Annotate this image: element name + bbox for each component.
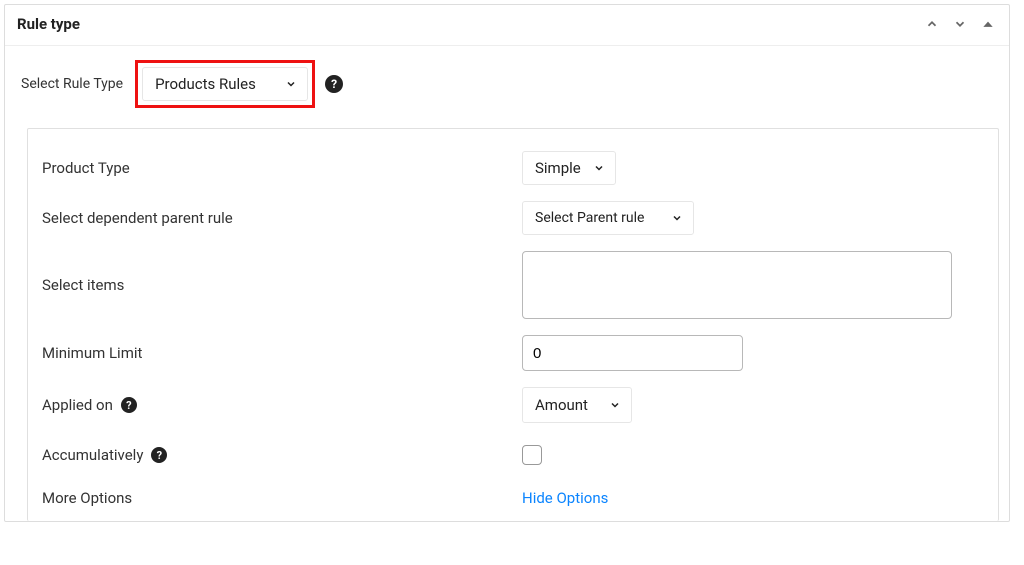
rule-type-panel: Rule type Select Rule Type Products Rule… xyxy=(4,4,1010,522)
chevron-down-icon xyxy=(609,399,621,411)
product-type-value: Simple xyxy=(535,159,581,177)
product-type-dropdown[interactable]: Simple xyxy=(522,151,616,185)
more-options-row: More Options Hide Options xyxy=(42,479,986,509)
accumulatively-checkbox[interactable] xyxy=(522,445,542,465)
select-items-row: Select items xyxy=(42,243,986,327)
parent-rule-value: Select Parent rule xyxy=(535,210,644,226)
more-options-label: More Options xyxy=(42,489,522,507)
select-rule-type-row: Select Rule Type Products Rules ? xyxy=(5,46,1009,122)
minimum-limit-row: Minimum Limit xyxy=(42,327,986,379)
product-type-label: Product Type xyxy=(42,159,522,177)
help-icon[interactable]: ? xyxy=(121,397,137,413)
panel-title: Rule type xyxy=(17,15,80,33)
parent-rule-label: Select dependent parent rule xyxy=(42,209,522,227)
accumulatively-label-text: Accumulatively xyxy=(42,446,143,464)
collapse-icon[interactable] xyxy=(981,17,995,31)
select-rule-type-label: Select Rule Type xyxy=(21,76,123,92)
applied-on-value: Amount xyxy=(535,396,588,414)
panel-header-controls xyxy=(925,17,995,31)
highlight-box: Products Rules xyxy=(135,60,315,108)
parent-rule-dropdown[interactable]: Select Parent rule xyxy=(522,201,694,235)
move-down-icon[interactable] xyxy=(953,17,967,31)
chevron-down-icon xyxy=(285,78,297,90)
select-items-label: Select items xyxy=(42,276,522,294)
panel-header: Rule type xyxy=(5,5,1009,46)
applied-on-dropdown[interactable]: Amount xyxy=(522,387,632,423)
chevron-down-icon xyxy=(671,212,683,224)
applied-on-row: Applied on ? Amount xyxy=(42,379,986,431)
select-rule-type-dropdown[interactable]: Products Rules xyxy=(142,67,308,101)
select-items-input[interactable] xyxy=(522,251,952,319)
help-icon[interactable]: ? xyxy=(151,447,167,463)
chevron-down-icon xyxy=(593,162,605,174)
applied-on-label-text: Applied on xyxy=(42,396,113,414)
rule-settings-panel: Product Type Simple Select dependent par… xyxy=(27,128,999,521)
product-type-row: Product Type Simple xyxy=(42,143,986,193)
parent-rule-row: Select dependent parent rule Select Pare… xyxy=(42,193,986,243)
applied-on-label: Applied on ? xyxy=(42,396,522,414)
minimum-limit-label: Minimum Limit xyxy=(42,344,522,362)
minimum-limit-input[interactable] xyxy=(522,335,743,371)
accumulatively-row: Accumulatively ? xyxy=(42,431,986,479)
select-rule-type-value: Products Rules xyxy=(155,75,256,93)
accumulatively-label: Accumulatively ? xyxy=(42,446,522,464)
move-up-icon[interactable] xyxy=(925,17,939,31)
help-icon[interactable]: ? xyxy=(325,75,343,93)
hide-options-link[interactable]: Hide Options xyxy=(522,489,608,507)
